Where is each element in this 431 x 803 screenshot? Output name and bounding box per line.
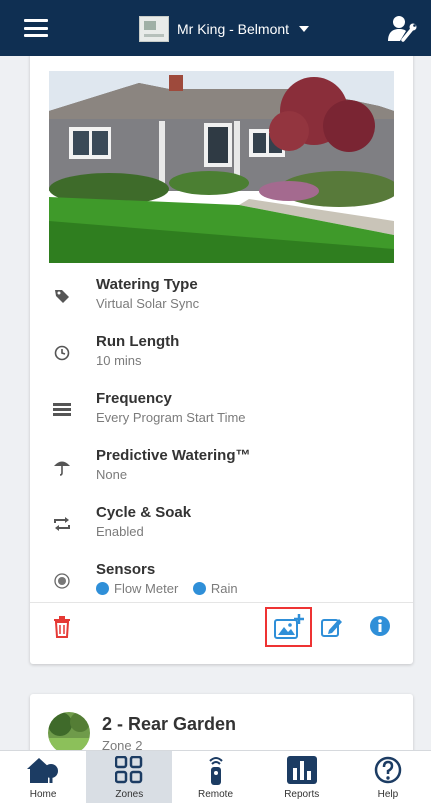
- detail-title: Predictive Watering™: [96, 447, 251, 464]
- controller-name: Mr King - Belmont: [177, 21, 290, 37]
- sensor-rain: Rain: [192, 581, 238, 596]
- nav-label: Home: [29, 789, 57, 800]
- nav-home[interactable]: Home: [0, 751, 86, 803]
- nav-zones[interactable]: Zones: [86, 751, 173, 803]
- tag-icon: [52, 286, 72, 306]
- detail-predictive-watering[interactable]: Predictive Watering™ None: [52, 447, 392, 493]
- zones-icon: [112, 753, 146, 787]
- controller-thumbnail: [139, 16, 169, 42]
- bottom-nav: Home Zones Remote Reports Help: [0, 750, 431, 803]
- menu-icon[interactable]: [24, 19, 48, 37]
- nav-reports[interactable]: Reports: [259, 751, 345, 803]
- zone-photo[interactable]: [49, 71, 394, 263]
- cycle-icon: [52, 514, 72, 534]
- nav-label: Reports: [284, 789, 320, 800]
- delete-zone-button[interactable]: [52, 616, 72, 638]
- detail-watering-type[interactable]: Watering Type Virtual Solar Sync: [52, 276, 392, 322]
- nav-label: Zones: [115, 789, 144, 800]
- sensor-label: Flow Meter: [114, 581, 179, 596]
- home-icon: [26, 753, 60, 787]
- sensor-icon: [52, 571, 72, 591]
- edit-zone-button[interactable]: [321, 616, 343, 638]
- zone-2-title: 2 - Rear Garden: [102, 714, 237, 734]
- reports-icon: [285, 753, 319, 787]
- zone-2-subtitle: Zone 2: [102, 738, 143, 750]
- detail-title: Cycle & Soak: [96, 504, 192, 521]
- detail-run-length[interactable]: Run Length 10 mins: [52, 333, 392, 379]
- remote-icon: [199, 753, 233, 787]
- zones-list[interactable]: Watering Type Virtual Solar Sync Run Len…: [0, 56, 431, 750]
- detail-title: Sensors: [96, 561, 156, 578]
- detail-cycle-soak[interactable]: Cycle & Soak Enabled: [52, 504, 392, 550]
- zone-card-2[interactable]: 2 - Rear Garden Zone 2: [30, 694, 413, 750]
- nav-help[interactable]: Help: [345, 751, 431, 803]
- rain-icon: [192, 582, 206, 595]
- card-divider: [30, 602, 413, 603]
- detail-title: Frequency: [96, 390, 172, 407]
- nav-label: Help: [377, 789, 399, 800]
- nav-remote[interactable]: Remote: [172, 751, 258, 803]
- info-icon[interactable]: [370, 616, 390, 636]
- zone-2-avatar: [48, 712, 90, 750]
- detail-title: Watering Type: [96, 276, 198, 293]
- user-settings-icon[interactable]: [387, 14, 417, 42]
- clock-icon: [52, 343, 72, 363]
- detail-value: None: [96, 467, 128, 482]
- umbrella-icon: [52, 457, 72, 477]
- app-header: Mr King - Belmont: [0, 0, 431, 56]
- detail-frequency[interactable]: Frequency Every Program Start Time: [52, 390, 392, 436]
- sensor-list: Flow Meter Rain: [96, 581, 249, 598]
- caret-down-icon: [299, 26, 310, 32]
- help-icon: [371, 753, 405, 787]
- nav-label: Remote: [198, 789, 234, 800]
- sensor-flow-meter: Flow Meter: [96, 581, 178, 596]
- add-photo-button[interactable]: [265, 607, 312, 647]
- calendar-icon: [52, 400, 72, 420]
- detail-title: Run Length: [96, 333, 180, 350]
- detail-value: Virtual Solar Sync: [96, 296, 200, 311]
- controller-selector[interactable]: Mr King - Belmont: [139, 16, 310, 42]
- zone-card: Watering Type Virtual Solar Sync Run Len…: [30, 56, 413, 664]
- flow-meter-icon: [96, 582, 109, 595]
- detail-value: Every Program Start Time: [96, 410, 246, 425]
- detail-value: Enabled: [96, 524, 144, 539]
- detail-value: 10 mins: [96, 353, 142, 368]
- sensor-label: Rain: [210, 581, 238, 596]
- detail-sensors[interactable]: Sensors Flow Meter Rain: [52, 561, 392, 607]
